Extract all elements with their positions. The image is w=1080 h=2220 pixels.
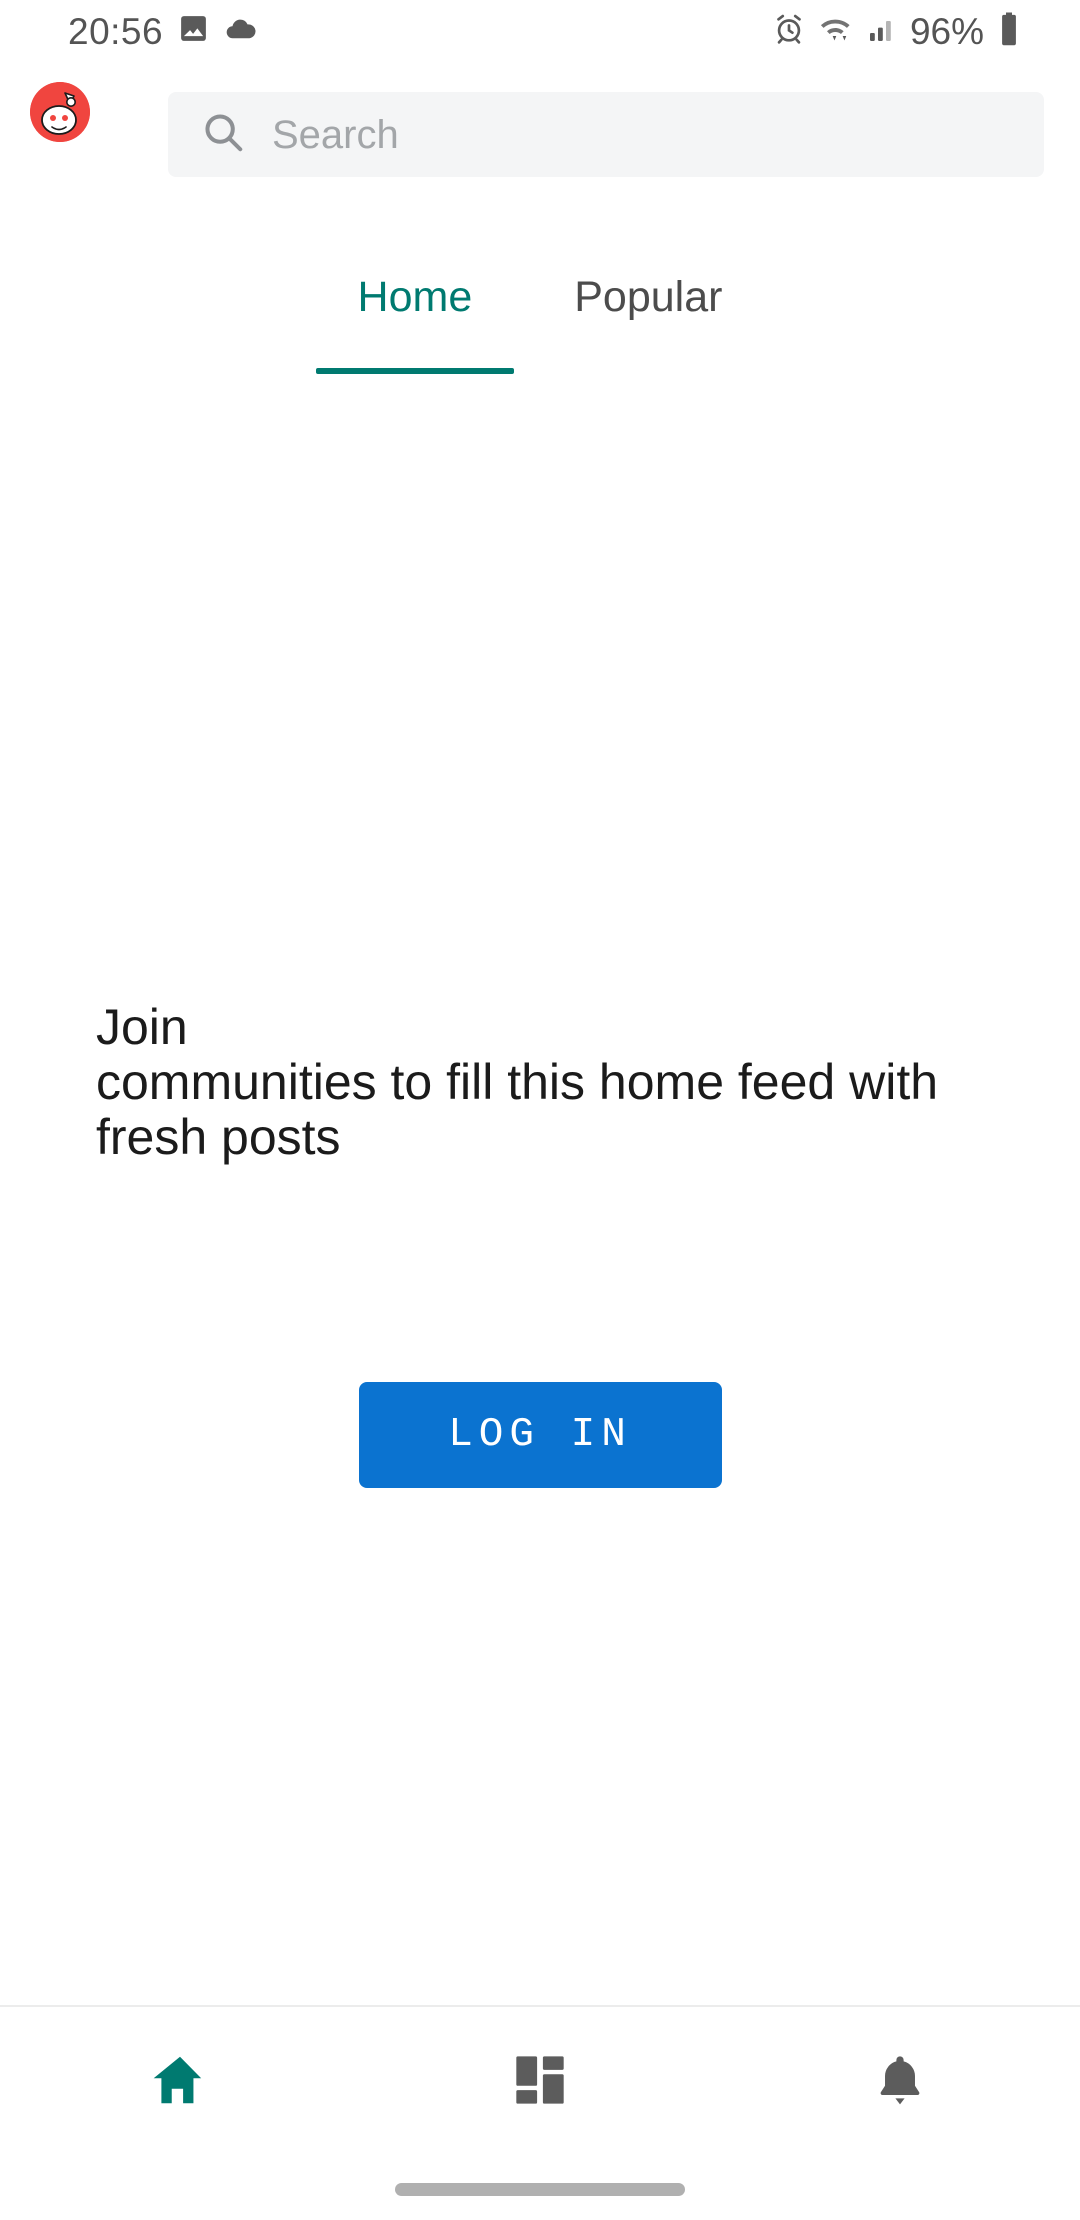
tab-active-indicator [315,368,515,375]
nav-notifications[interactable] [720,2007,1080,2157]
search-bar[interactable]: Search [168,92,1044,177]
bell-icon [871,2051,929,2114]
status-bar-right: 96% [772,11,1022,52]
empty-feed-section: Join communities to fill this home feed … [0,1000,1080,1165]
app-screen: 20:56 96% Search Home Popular Join commu… [0,0,1080,2220]
tab-popular[interactable]: Popular [568,265,728,322]
status-time: 20:56 [68,10,164,52]
nav-home[interactable] [0,2007,360,2157]
feed-tabs: Home Popular [0,265,1080,383]
status-bar-left: 20:56 [68,12,258,51]
battery-icon [996,11,1022,52]
signal-icon [866,13,898,50]
reddit-snoo-avatar[interactable] [30,82,90,142]
tab-home[interactable]: Home [315,265,515,375]
snoo-glyph [30,82,90,142]
alarm-icon [772,12,806,51]
gesture-bar[interactable] [395,2183,685,2196]
search-icon [200,109,246,160]
search-input[interactable]: Search [272,115,399,155]
image-icon [177,12,210,50]
battery-percent: 96% [909,10,984,52]
wifi-icon [818,12,854,51]
cloud-icon [224,12,258,51]
tab-home-label: Home [357,273,473,321]
top-bar: Search [0,62,1080,212]
status-bar: 20:56 96% [0,0,1080,62]
login-button-row: LOG IN [0,1382,1080,1488]
nav-communities[interactable] [360,2007,720,2157]
grid-icon [511,2051,569,2114]
log-in-button[interactable]: LOG IN [358,1382,722,1488]
bottom-navigation-bar [0,2007,1080,2157]
empty-feed-message: Join communities to fill this home feed … [96,999,939,1165]
tab-popular-label: Popular [574,273,723,321]
home-icon [149,2049,211,2116]
